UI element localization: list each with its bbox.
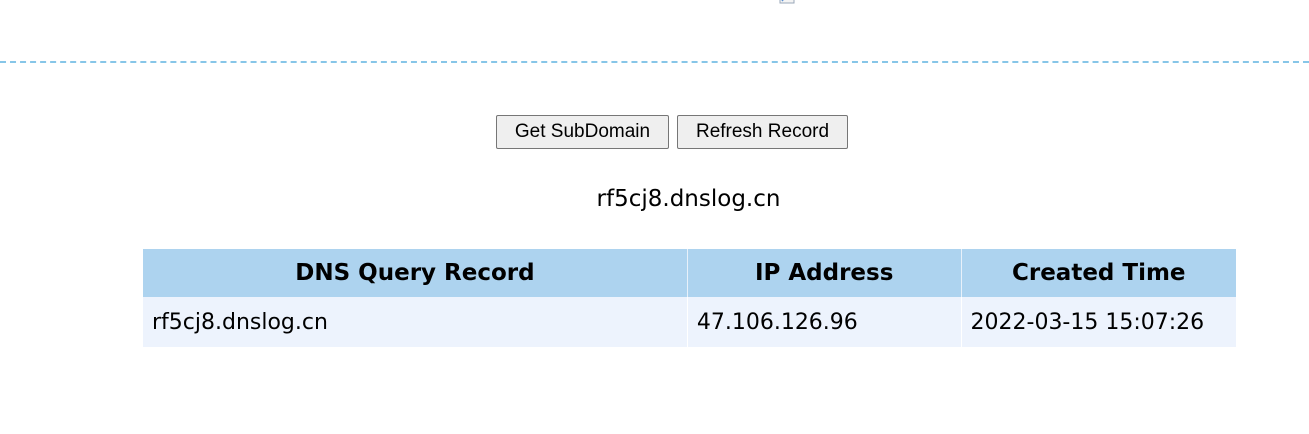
page: Get SubDomain Refresh Record rf5cj8.dnsl…	[0, 0, 1309, 434]
table-header-row: DNS Query Record IP Address Created Time	[143, 249, 1236, 297]
broken-image-icon	[779, 0, 795, 4]
column-header-created-time: Created Time	[961, 249, 1236, 297]
get-subdomain-button[interactable]: Get SubDomain	[496, 115, 669, 149]
cell-created-time: 2022-03-15 15:07:26	[961, 297, 1236, 347]
column-header-ip-address: IP Address	[687, 249, 962, 297]
dashed-divider	[0, 61, 1309, 63]
cell-dns-query-record: rf5cj8.dnslog.cn	[143, 297, 688, 347]
refresh-record-button[interactable]: Refresh Record	[677, 115, 848, 149]
column-header-dns-query-record: DNS Query Record	[143, 249, 688, 297]
cell-ip-address: 47.106.126.96	[687, 297, 962, 347]
dns-records-table: DNS Query Record IP Address Created Time…	[143, 249, 1236, 347]
subdomain-display: rf5cj8.dnslog.cn	[596, 186, 781, 212]
table-row: rf5cj8.dnslog.cn 47.106.126.96 2022-03-1…	[143, 297, 1236, 347]
action-buttons: Get SubDomain Refresh Record	[0, 115, 1309, 149]
